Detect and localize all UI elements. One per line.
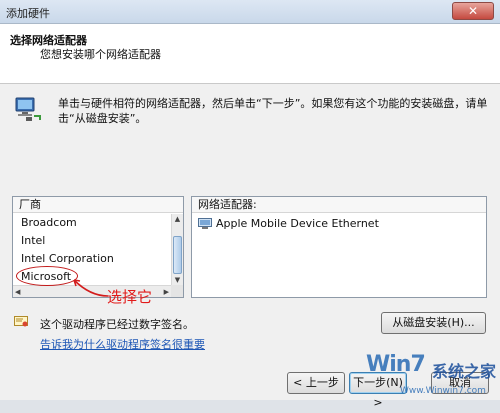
signature-status: 这个驱动程序已经过数字签名。 (40, 318, 194, 331)
wizard-header: 选择网络适配器 您想安装哪个网络适配器 (0, 24, 500, 84)
scroll-thumb[interactable] (173, 236, 182, 274)
watermark: Win7 系统之家 Www.Winwin7.com (360, 352, 500, 400)
annotation-circle (16, 266, 78, 286)
header-subtitle: 您想安装哪个网络适配器 (40, 48, 161, 61)
scrollbar-corner (171, 285, 183, 297)
have-disk-button[interactable]: 从磁盘安装(H)... (381, 312, 486, 334)
instruction-text: 单击与硬件相符的网络适配器，然后单击“下一步”。如果您有这个功能的安装磁盘，请单… (58, 97, 488, 125)
adapter-list-header: 网络适配器: (192, 197, 486, 213)
window-title: 添加硬件 (6, 7, 50, 20)
back-button[interactable]: < 上一步 (287, 372, 345, 394)
watermark-logo-text: Win7 (366, 352, 426, 377)
manufacturer-list-header: 厂商 (13, 197, 183, 213)
adapter-item-label: Apple Mobile Device Ethernet (216, 216, 379, 230)
watermark-url: Www.Winwin7.com (400, 386, 486, 396)
title-bar: 添加硬件 ✕ (0, 0, 500, 24)
list-item[interactable]: Broadcom (13, 214, 171, 232)
annotation-label: 选择它 (107, 288, 153, 306)
annotation-arrow-icon (73, 279, 109, 297)
scroll-up-icon[interactable]: ▲ (172, 214, 183, 224)
manufacturer-vertical-scrollbar[interactable]: ▲ ▼ (171, 214, 183, 285)
close-button[interactable]: ✕ (452, 2, 494, 20)
list-item[interactable]: Intel Corporation (13, 250, 171, 268)
list-item[interactable]: Apple Mobile Device Ethernet (192, 214, 486, 232)
adapter-list[interactable]: 网络适配器: Apple Mobile Device Ethernet (191, 196, 487, 298)
scroll-down-icon[interactable]: ▼ (172, 275, 183, 285)
adapter-items: Apple Mobile Device Ethernet (192, 214, 486, 297)
certificate-icon (14, 316, 28, 327)
add-hardware-window: 添加硬件 ✕ 选择网络适配器 您想安装哪个网络适配器 单击与硬件相符的网络适配器… (0, 0, 500, 409)
network-adapter-icon (198, 217, 212, 229)
scroll-left-icon[interactable]: ◀ (15, 288, 20, 296)
network-computer-icon (15, 97, 41, 121)
signature-info-link[interactable]: 告诉我为什么驱动程序签名很重要 (40, 336, 205, 352)
list-item[interactable]: Intel (13, 232, 171, 250)
watermark-site-name: 系统之家 (432, 362, 497, 381)
scroll-right-icon[interactable]: ▶ (164, 288, 169, 296)
